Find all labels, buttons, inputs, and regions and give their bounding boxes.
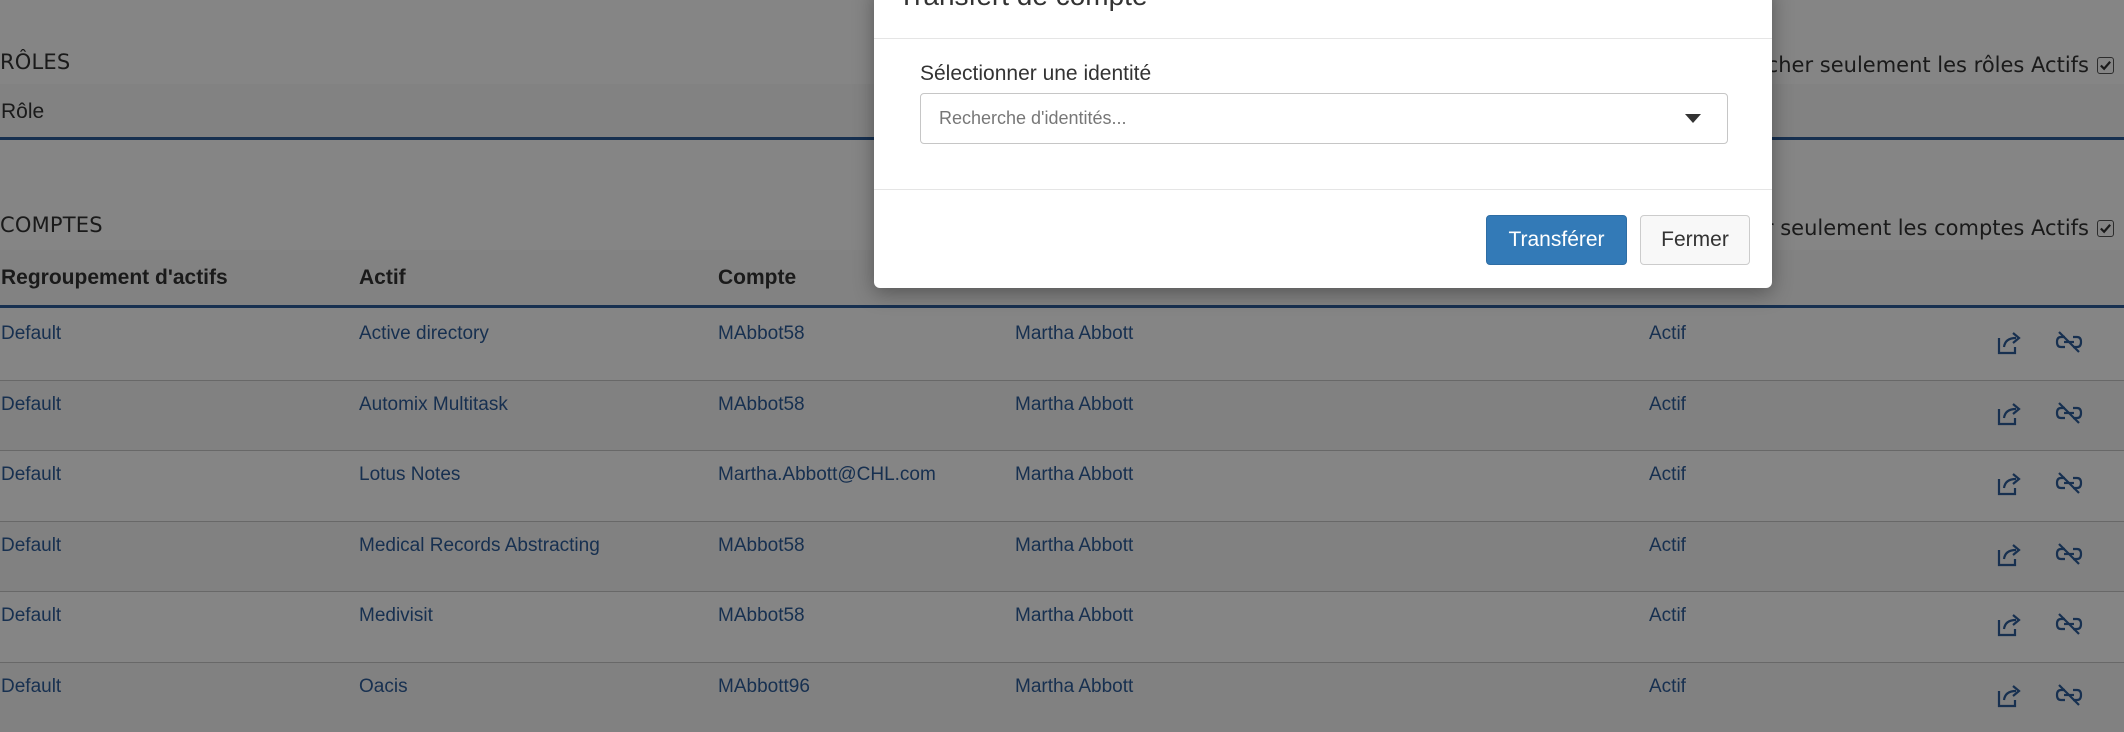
close-button[interactable]: Fermer <box>1640 215 1750 265</box>
transfer-button[interactable]: Transférer <box>1486 215 1627 265</box>
identity-search-placeholder: Recherche d'identités... <box>939 108 1127 128</box>
caret-down-icon[interactable] <box>1685 114 1701 124</box>
identity-select-label: Sélectionner une identité <box>920 62 1152 85</box>
modal-footer: Transférer Fermer <box>874 189 1772 288</box>
page: RÔLES Afficher seulement les rôles Actif… <box>0 0 2124 732</box>
transfer-account-modal: Transfert de compte Sélectionner une ide… <box>874 0 1772 288</box>
modal-header: Transfert de compte <box>874 0 1772 39</box>
identity-search-select[interactable]: Recherche d'identités... <box>920 93 1728 144</box>
modal-title: Transfert de compte <box>898 0 1148 12</box>
